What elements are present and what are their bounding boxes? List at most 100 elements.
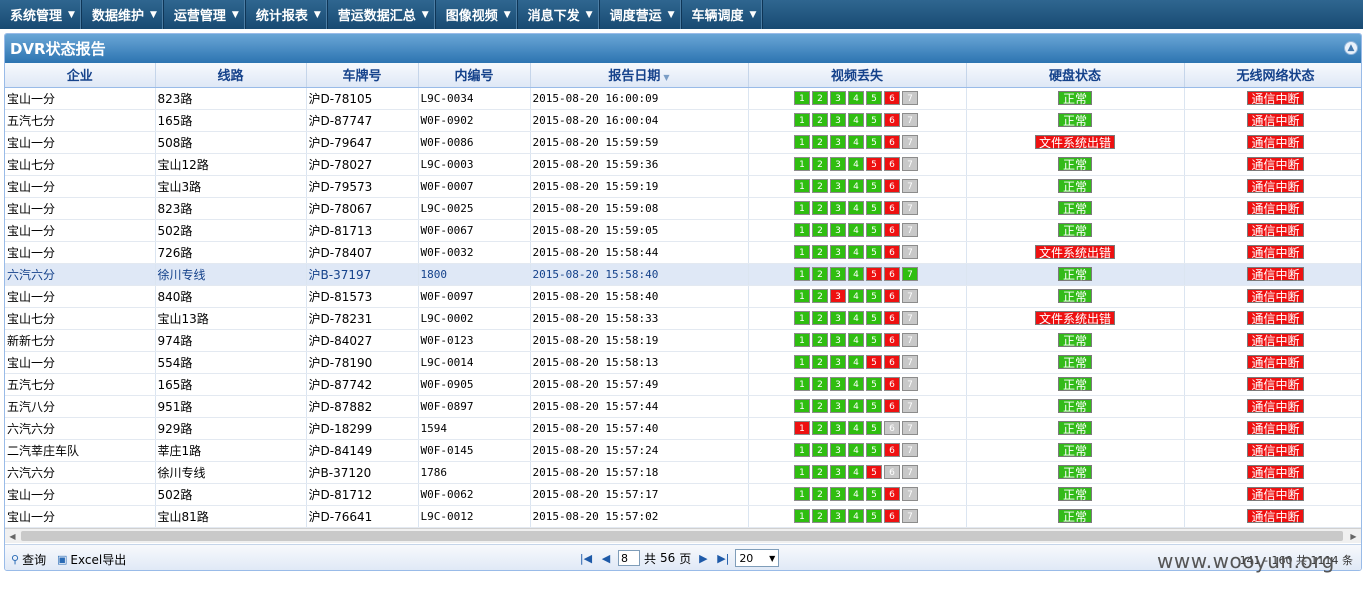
cell-company: 宝山七分 (5, 153, 156, 176)
table-row[interactable]: 宝山一分 502路 沪D-81713 W0F-0067 2015-08-20 15:59… (5, 219, 1361, 242)
video-channel-indicator: 6 (884, 421, 900, 436)
video-channel-indicator: 3 (830, 377, 846, 392)
scroll-left-icon[interactable]: ◀ (5, 529, 20, 544)
table-row[interactable]: 六汽六分 929路 沪D-18299 1594 2015-08-20 15:57:40 1… (5, 417, 1361, 440)
column-header-video-loss[interactable]: 视频丢失 (748, 63, 967, 88)
video-channel-indicator: 6 (884, 201, 900, 216)
cell-code: 1786 (418, 461, 531, 484)
collapse-icon[interactable]: ▲ (1344, 41, 1358, 55)
cell-network-status: 通信中断 (1184, 241, 1361, 264)
table-row[interactable]: 宝山七分 宝山12路 沪D-78027 L9C-0003 2015-08-20 15:5… (5, 153, 1361, 176)
menu-operation-data-summary[interactable]: 营运数据汇总 ▼ (328, 0, 436, 29)
caret-down-icon: ▼ (667, 9, 675, 20)
column-header-date[interactable]: 报告日期 ▼ (530, 63, 749, 88)
column-header-company[interactable]: 企业 (5, 63, 156, 88)
cell-video-loss: 1234567 (748, 395, 967, 418)
cell-code: W0F-0902 (418, 109, 531, 132)
video-channel-indicator: 5 (866, 245, 882, 260)
network-status-badge: 通信中断 (1247, 179, 1304, 194)
cell-network-status: 通信中断 (1184, 197, 1361, 220)
cell-company: 宝山一分 (5, 87, 156, 110)
cell-code: 1800 (418, 263, 531, 286)
table-row[interactable]: 宝山一分 508路 沪D-79647 W0F-0086 2015-08-20 15:59… (5, 131, 1361, 154)
table-row[interactable]: 宝山一分 840路 沪D-81573 W0F-0097 2015-08-20 15:58… (5, 285, 1361, 308)
prev-page-icon[interactable]: ◀ (598, 552, 614, 565)
menu-vehicle-dispatch[interactable]: 车辆调度 ▼ (682, 0, 764, 29)
last-page-icon[interactable]: ▶| (715, 552, 731, 565)
disk-status-badge: 正常 (1058, 91, 1092, 106)
video-channel-indicator: 7 (902, 421, 918, 436)
table-row[interactable]: 宝山七分 宝山13路 沪D-78231 L9C-0002 2015-08-20 15:5… (5, 307, 1361, 330)
cell-plate: 沪D-84027 (306, 329, 419, 352)
page-size-select[interactable]: 20 ▼ (735, 549, 780, 567)
video-channel-indicator: 7 (902, 113, 918, 128)
table-row[interactable]: 宝山一分 726路 沪D-78407 W0F-0032 2015-08-20 15:58… (5, 241, 1361, 264)
table-row[interactable]: 宝山一分 823路 沪D-78105 L9C-0034 2015-08-20 16:00… (5, 87, 1361, 110)
scrollbar-thumb[interactable] (21, 531, 1343, 541)
menu-operation-management[interactable]: 运营管理 ▼ (164, 0, 246, 29)
next-page-icon[interactable]: ▶ (695, 552, 711, 565)
menu-dispatch-operation[interactable]: 调度营运 ▼ (600, 0, 682, 29)
table-row[interactable]: 五汽七分 165路 沪D-87742 W0F-0905 2015-08-20 15:57… (5, 373, 1361, 396)
table-row[interactable]: 二汽莘庄车队 莘庄1路 沪D-84149 W0F-0145 2015-08-20 15:… (5, 439, 1361, 462)
table-row[interactable]: 六汽六分 徐川专线 沪B-37120 1786 2015-08-20 15:57:18 1… (5, 461, 1361, 484)
first-page-icon[interactable]: |◀ (578, 552, 594, 565)
table-row[interactable]: 宝山一分 502路 沪D-81712 W0F-0062 2015-08-20 15:57… (5, 483, 1361, 506)
video-channel-indicator: 6 (884, 377, 900, 392)
table-row[interactable]: 宝山一分 554路 沪D-78190 L9C-0014 2015-08-20 15:58… (5, 351, 1361, 374)
cell-video-loss: 1234567 (748, 461, 967, 484)
table-row[interactable]: 宝山一分 宝山81路 沪D-76641 L9C-0012 2015-08-20 15:5… (5, 505, 1361, 528)
query-button[interactable]: ⚲ 查询 (11, 551, 46, 568)
disk-status-badge: 正常 (1058, 223, 1092, 238)
video-channel-indicator: 3 (830, 333, 846, 348)
table-row[interactable]: 五汽八分 951路 沪D-87882 W0F-0897 2015-08-20 15:57… (5, 395, 1361, 418)
page-number-input[interactable] (618, 550, 640, 566)
video-channel-indicator: 5 (866, 91, 882, 106)
video-channel-indicator: 1 (794, 487, 810, 502)
column-header-disk-status[interactable]: 硬盘状态 (966, 63, 1185, 88)
menu-data-maintenance[interactable]: 数据维护 ▼ (82, 0, 164, 29)
video-channel-indicator: 4 (848, 179, 864, 194)
column-header-code[interactable]: 内编号 (418, 63, 531, 88)
menu-label: 系统管理 (10, 9, 63, 24)
table-row[interactable]: 宝山一分 宝山3路 沪D-79573 W0F-0007 2015-08-20 15:59… (5, 175, 1361, 198)
horizontal-scrollbar[interactable]: ◀ ▶ (5, 528, 1361, 543)
cell-date: 2015-08-20 15:59:36 (530, 153, 749, 176)
video-channel-indicator: 1 (794, 113, 810, 128)
network-status-badge: 通信中断 (1247, 201, 1304, 216)
menu-statistics-report[interactable]: 统计报表 ▼ (246, 0, 328, 29)
cell-plate: 沪D-79573 (306, 175, 419, 198)
table-row[interactable]: 五汽七分 165路 沪D-87747 W0F-0902 2015-08-20 16:00… (5, 109, 1361, 132)
video-channel-indicator: 1 (794, 377, 810, 392)
video-channel-indicator: 1 (794, 399, 810, 414)
scroll-right-icon[interactable]: ▶ (1346, 529, 1361, 544)
menu-image-video[interactable]: 图像视频 ▼ (436, 0, 518, 29)
excel-export-button[interactable]: ▣ Excel导出 (57, 551, 126, 568)
video-channel-indicator: 5 (866, 355, 882, 370)
column-header-route[interactable]: 线路 (155, 63, 307, 88)
cell-route: 502路 (155, 219, 307, 242)
video-channel-indicator: 3 (830, 487, 846, 502)
disk-status-badge: 正常 (1058, 355, 1092, 370)
disk-status-badge: 文件系统出错 (1034, 135, 1115, 150)
column-header-network-status[interactable]: 无线网络状态 (1184, 63, 1361, 88)
video-channel-indicator: 3 (830, 267, 846, 282)
cell-video-loss: 1234567 (748, 87, 967, 110)
cell-network-status: 通信中断 (1184, 153, 1361, 176)
video-channel-indicator: 1 (794, 509, 810, 524)
video-channel-indicator: 7 (902, 157, 918, 172)
table-row[interactable]: 六汽六分 徐川专线 沪B-37197 1800 2015-08-20 15:58:40 1… (5, 263, 1361, 286)
table-row[interactable]: 宝山一分 823路 沪D-78067 L9C-0025 2015-08-20 15:59… (5, 197, 1361, 220)
menu-message-dispatch[interactable]: 消息下发 ▼ (518, 0, 600, 29)
video-channel-indicator: 6 (884, 91, 900, 106)
menu-label: 调度营运 (609, 9, 662, 24)
caret-down-icon: ▼ (421, 9, 429, 20)
table-row[interactable]: 新新七分 974路 沪D-84027 W0F-0123 2015-08-20 15:58… (5, 329, 1361, 352)
cell-network-status: 通信中断 (1184, 307, 1361, 330)
cell-disk-status: 正常 (966, 351, 1185, 374)
cell-company: 五汽七分 (5, 109, 156, 132)
column-header-plate[interactable]: 车牌号 (306, 63, 419, 88)
menu-system-management[interactable]: 系统管理 ▼ (0, 0, 82, 29)
video-channel-indicator: 6 (884, 135, 900, 150)
cell-disk-status: 正常 (966, 505, 1185, 528)
